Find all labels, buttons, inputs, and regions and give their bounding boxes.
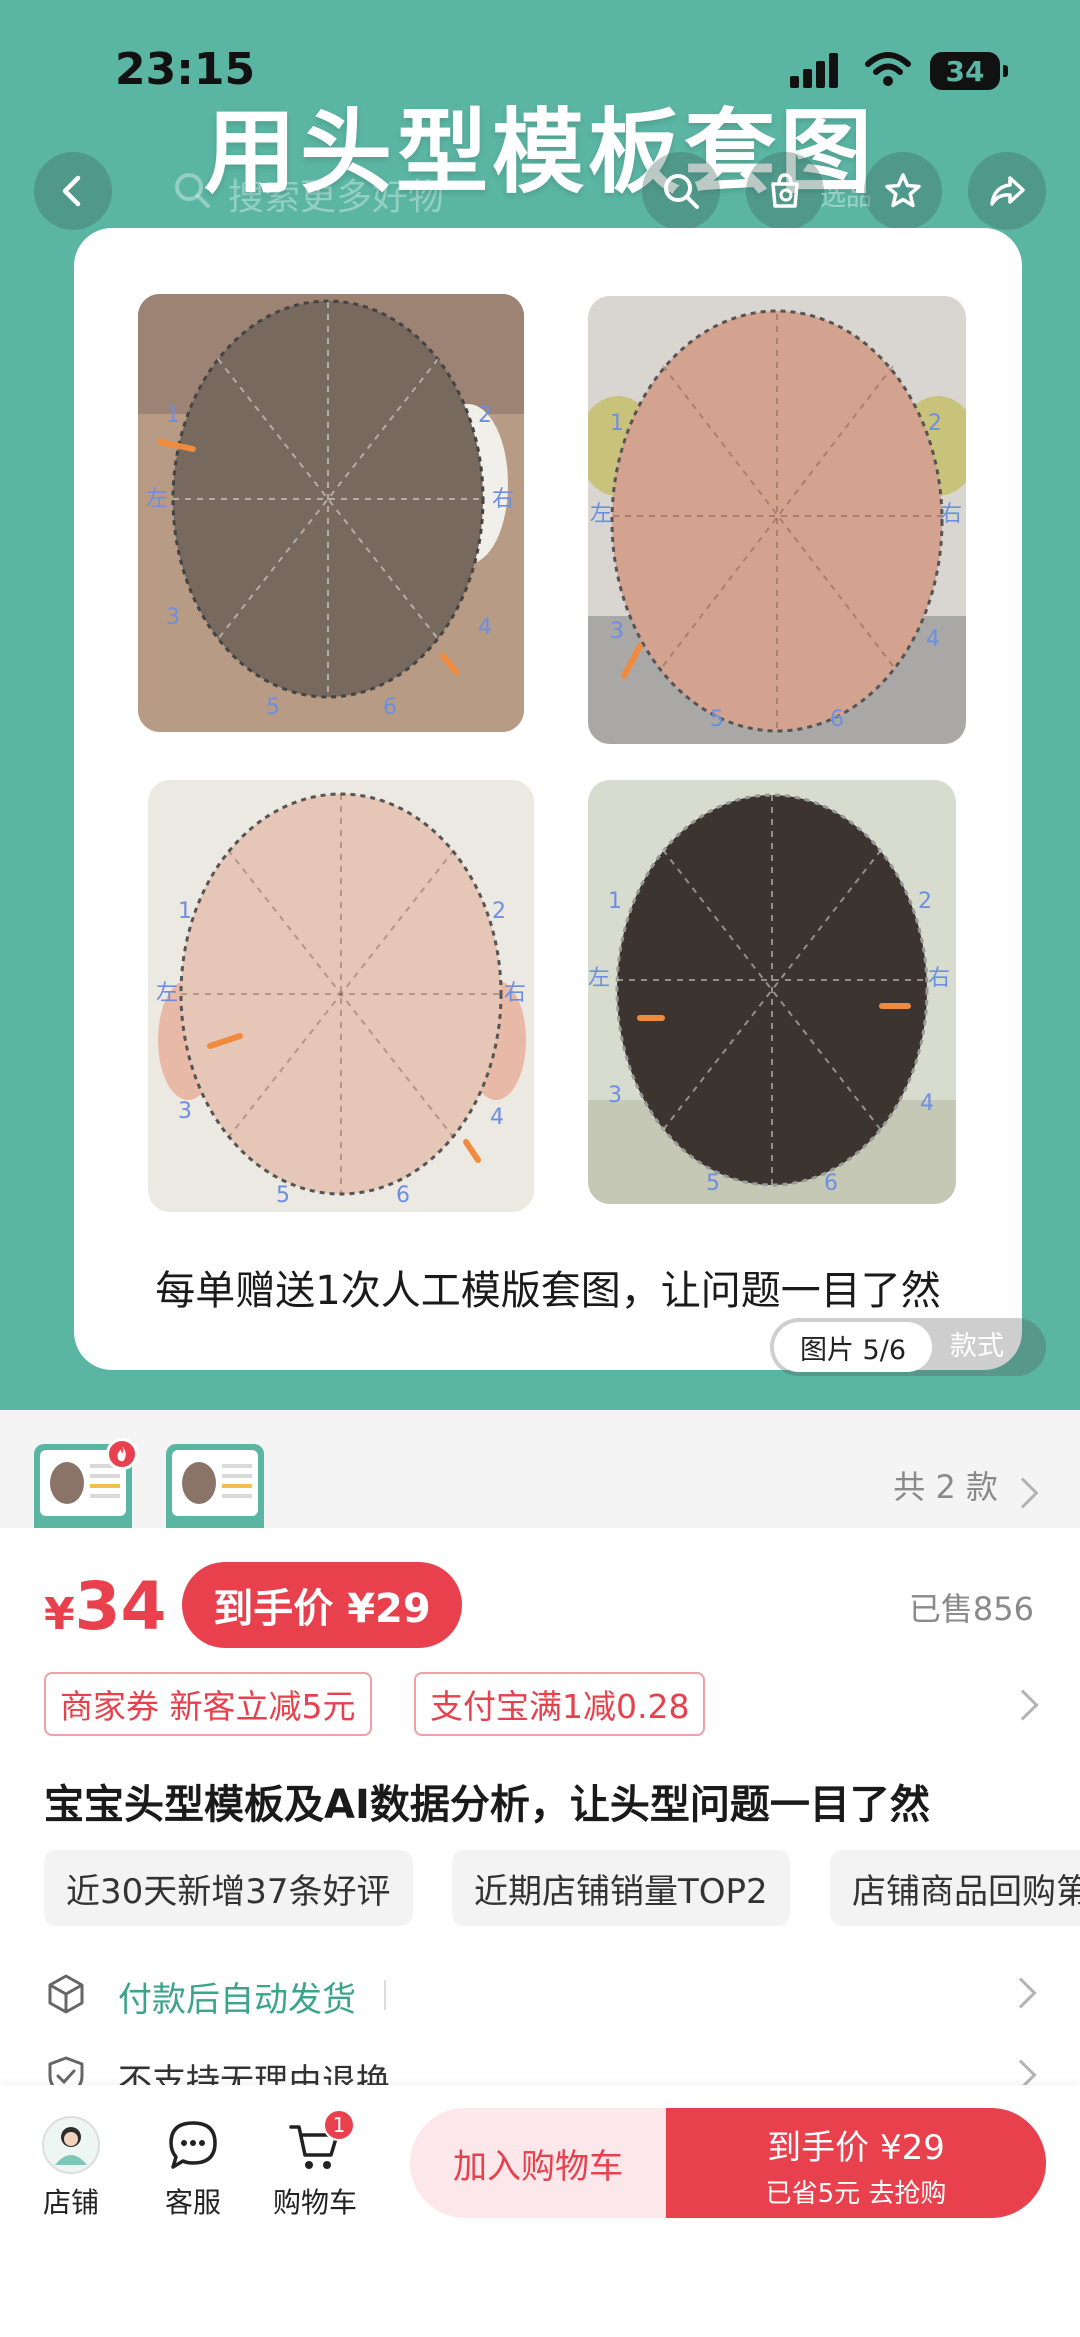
- service-row-delivery[interactable]: 付款后自动发货: [44, 1964, 1044, 2024]
- svg-text:6: 6: [824, 1171, 838, 1196]
- chat-icon: [163, 2115, 223, 2175]
- chevron-right-icon: [1007, 1477, 1039, 1509]
- svg-text:4: 4: [478, 615, 492, 640]
- svg-text:4: 4: [490, 1105, 504, 1130]
- svg-text:2: 2: [478, 403, 492, 428]
- cart-label: 购物车: [272, 2186, 357, 2219]
- store-avatar-icon: [41, 2115, 101, 2175]
- svg-text:5: 5: [710, 707, 724, 732]
- store-label: 店铺: [42, 2186, 99, 2219]
- svg-text:5: 5: [266, 695, 280, 720]
- price-currency: ¥: [44, 1589, 75, 1640]
- svg-text:5: 5: [276, 1183, 290, 1208]
- cart-icon: 1: [285, 2109, 355, 2175]
- customer-service-button[interactable]: 客服: [138, 2115, 248, 2221]
- head-photo-1: 1 2 左 右 3 4 5 6: [138, 294, 524, 732]
- coupon-merchant[interactable]: 商家券 新客立减5元: [44, 1672, 372, 1736]
- svg-text:2: 2: [492, 899, 506, 924]
- svg-text:左: 左: [156, 981, 178, 1006]
- hero-carousel[interactable]: 23:15 34 搜索更多好物 商品 评价 详情 推荐 用头型模板套图: [0, 0, 1080, 1410]
- bag-search-icon: [771, 173, 799, 208]
- svg-text:左: 左: [146, 487, 168, 512]
- indicator-images[interactable]: 图片 5/6: [774, 1322, 932, 1372]
- svg-text:3: 3: [610, 619, 624, 644]
- image-caption: 每单赠送1次人工模版套图，让问题一目了然: [155, 1268, 941, 1314]
- svg-text:左: 左: [588, 966, 610, 991]
- svg-text:3: 3: [608, 1083, 622, 1108]
- svg-text:右: 右: [928, 966, 950, 991]
- svg-text:2: 2: [928, 411, 942, 436]
- image-indicator[interactable]: 图片 5/6 款式: [770, 1318, 1046, 1376]
- chevron-left-icon: [62, 175, 81, 207]
- head-photo-2: 1 2 左 右 3 4 5 6: [588, 296, 966, 744]
- service-delivery-text: 付款后自动发货: [118, 1980, 356, 2020]
- svg-text:1: 1: [610, 411, 624, 436]
- search-button[interactable]: [642, 152, 720, 230]
- template-image-card: 1 2 左 右 3 4 5 6 1 2 左 右 3 4 5 6 1 2 左 右 …: [74, 228, 1022, 1370]
- product-page: 23:15 34 搜索更多好物 商品 评价 详情 推荐 用头型模板套图: [0, 0, 1080, 2337]
- svg-text:1: 1: [178, 899, 192, 924]
- add-to-cart-button[interactable]: 加入购物车: [410, 2108, 666, 2218]
- price-value: 34: [74, 1568, 167, 1645]
- buy-savings-text: 已省5元 去抢购: [765, 2179, 947, 2209]
- head-photo-4: 1 2 左 右 3 4 5 6: [588, 780, 956, 1204]
- svg-text:左: 左: [590, 502, 612, 527]
- photo-label-1: 1: [166, 403, 180, 428]
- tag-sales-rank[interactable]: 近期店铺销量TOP2: [452, 1850, 790, 1926]
- buy-price-text: 到手价 ¥29: [767, 2128, 945, 2168]
- star-icon: [885, 173, 921, 208]
- svg-text:4: 4: [920, 1091, 934, 1116]
- shop-tool-button[interactable]: [746, 152, 824, 230]
- svg-text:5: 5: [706, 1171, 720, 1196]
- price: ¥34: [44, 1568, 166, 1645]
- svg-text:右: 右: [492, 487, 514, 512]
- svg-text:6: 6: [396, 1183, 410, 1208]
- svg-text:4: 4: [926, 627, 940, 652]
- svg-text:右: 右: [504, 981, 526, 1006]
- favorite-button[interactable]: [864, 152, 942, 230]
- cart-button[interactable]: 1 购物车: [260, 2109, 370, 2221]
- deal-price-pill: 到手价 ¥29: [182, 1562, 462, 1648]
- product-title: 宝宝头型模板及AI数据分析，让头型问题一目了然: [44, 1782, 930, 1828]
- coupon-alipay[interactable]: 支付宝满1减0.28: [414, 1672, 706, 1736]
- back-button[interactable]: [34, 152, 112, 230]
- indicator-styles[interactable]: 款式: [950, 1318, 1004, 1376]
- tag-reviews[interactable]: 近30天新增37条好评: [44, 1850, 413, 1926]
- flame-icon: [106, 1438, 138, 1470]
- search-icon: [664, 174, 699, 209]
- svg-text:3: 3: [166, 605, 180, 630]
- chevron-right-icon[interactable]: [1007, 1689, 1039, 1721]
- service-label: 客服: [164, 2186, 221, 2219]
- buy-now-button[interactable]: 到手价 ¥29 已省5元 去抢购: [666, 2108, 1046, 2218]
- share-button[interactable]: [968, 152, 1046, 230]
- head-photo-3: 1 2 左 右 3 4 5 6: [148, 780, 534, 1212]
- store-button[interactable]: 店铺: [16, 2115, 126, 2221]
- variant-thumb-2[interactable]: [166, 1444, 264, 1528]
- share-icon: [990, 176, 1025, 206]
- svg-text:6: 6: [830, 707, 844, 732]
- svg-text:2: 2: [918, 889, 932, 914]
- box-icon: [48, 1974, 84, 2014]
- svg-text:1: 1: [608, 889, 622, 914]
- variant-strip: 共 2 款: [0, 1410, 1080, 1528]
- bottom-action-bar: 店铺 客服 1 购物车 加入购物车 到手价 ¥29 已省5元 去抢购: [0, 2085, 1080, 2337]
- svg-text:3: 3: [178, 1099, 192, 1124]
- svg-text:右: 右: [940, 502, 962, 527]
- chevron-right-icon: [1005, 1977, 1037, 2009]
- cart-count-badge: 1: [323, 2109, 355, 2141]
- variant-count[interactable]: 共 2 款: [893, 1462, 998, 1508]
- svg-text:6: 6: [383, 695, 397, 720]
- tag-repurchase[interactable]: 店铺商品回购第: [830, 1850, 1080, 1926]
- sold-count: 已售856: [908, 1590, 1034, 1628]
